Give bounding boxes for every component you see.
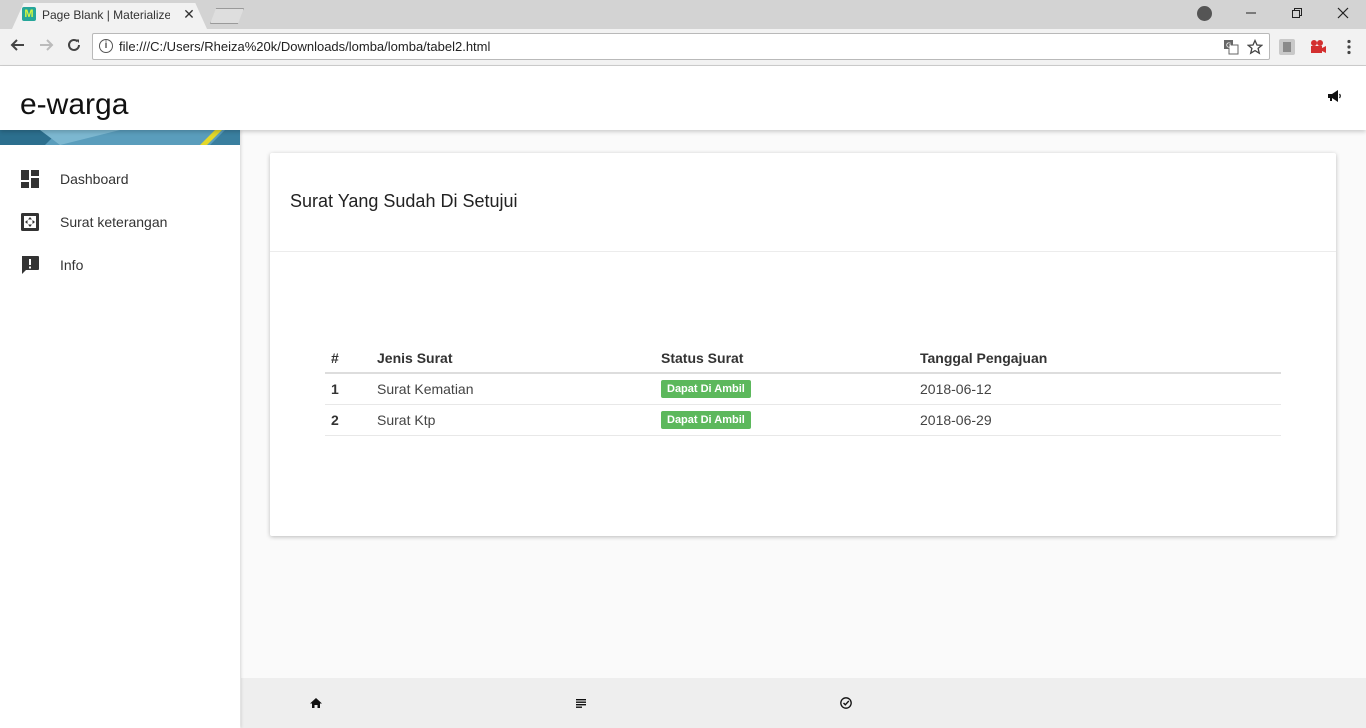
back-icon[interactable]	[8, 37, 28, 57]
brand-logo[interactable]: e-warga	[20, 86, 128, 124]
table-header-row: # Jenis Surat Status Surat Tanggal Penga…	[325, 343, 1281, 374]
video-extension-icon[interactable]	[1309, 38, 1327, 56]
sidebar-item-label: Info	[60, 257, 84, 273]
sidebar-item-label: Surat keterangan	[60, 214, 168, 230]
tab-favicon-icon: M	[22, 7, 36, 21]
check-circle-icon[interactable]	[839, 696, 853, 710]
tab-close-icon[interactable]: ✕	[182, 6, 196, 22]
address-url[interactable]: file:///C:/Users/Rheiza%20k/Downloads/lo…	[119, 39, 490, 54]
sidebar-item-surat-keterangan[interactable]: Surat keterangan	[0, 202, 240, 245]
browser-menu-icon[interactable]	[1340, 38, 1358, 56]
column-header-number: #	[325, 343, 371, 374]
column-header-status-surat: Status Surat	[655, 343, 914, 374]
close-window-icon[interactable]	[1331, 3, 1355, 25]
row-number: 1	[325, 373, 371, 405]
status-cell: Dapat Di Ambil	[655, 373, 914, 405]
sidebar-item-info[interactable]: Info	[0, 245, 240, 288]
tanggal-cell: 2018-06-12	[914, 373, 1281, 405]
app-header: e-warga	[0, 66, 1366, 130]
reload-icon[interactable]	[64, 37, 84, 57]
svg-text:G: G	[1226, 42, 1231, 50]
home-icon[interactable]	[309, 696, 323, 710]
settings-overscan-icon	[20, 212, 40, 232]
extension-icon[interactable]	[1278, 38, 1296, 56]
tanggal-cell: 2018-06-29	[914, 404, 1281, 436]
table-row: 2 Surat Ktp Dapat Di Ambil 2018-06-29	[325, 404, 1281, 436]
feedback-icon	[20, 255, 40, 275]
column-header-jenis-surat: Jenis Surat	[371, 343, 655, 374]
sidebar-item-label: Dashboard	[60, 171, 129, 187]
tab-title: Page Blank | Materialize -	[42, 8, 170, 22]
dashboard-icon	[20, 169, 40, 189]
sidebar-banner	[0, 130, 240, 145]
address-bar[interactable]: i file:///C:/Users/Rheiza%20k/Downloads/…	[92, 33, 1270, 60]
row-number: 2	[325, 404, 371, 436]
sidebar: Dashboard Surat keterangan Info	[0, 130, 240, 728]
restore-icon[interactable]	[1285, 3, 1309, 25]
table-row: 1 Surat Kematian Dapat Di Ambil 2018-06-…	[325, 373, 1281, 405]
approved-letters-table: # Jenis Surat Status Surat Tanggal Penga…	[325, 343, 1281, 436]
megaphone-icon[interactable]	[1326, 88, 1342, 104]
column-header-tanggal-pengajuan: Tanggal Pengajuan	[914, 343, 1281, 374]
status-badge: Dapat Di Ambil	[661, 380, 751, 399]
minimize-icon[interactable]	[1239, 3, 1263, 25]
list-icon[interactable]	[574, 696, 588, 710]
jenis-surat-cell: Surat Kematian	[371, 373, 655, 405]
browser-toolbar: i file:///C:/Users/Rheiza%20k/Downloads/…	[0, 29, 1366, 66]
translate-icon[interactable]: G	[1223, 39, 1239, 55]
window-profile-icon[interactable]	[1197, 6, 1212, 21]
status-badge: Dapat Di Ambil	[661, 411, 751, 429]
forward-icon[interactable]	[36, 37, 56, 57]
card-title: Surat Yang Sudah Di Setujui	[290, 191, 518, 211]
star-icon[interactable]	[1246, 38, 1264, 55]
status-cell: Dapat Di Ambil	[655, 404, 914, 436]
card-divider	[270, 251, 1336, 252]
sidebar-item-dashboard[interactable]: Dashboard	[0, 159, 240, 202]
site-info-icon[interactable]: i	[99, 39, 113, 53]
bottom-nav	[241, 678, 1366, 728]
jenis-surat-cell: Surat Ktp	[371, 404, 655, 436]
new-tab-button[interactable]	[210, 8, 244, 24]
browser-tab-bar: M Page Blank | Materialize - ✕	[0, 0, 1366, 29]
approved-letters-card: Surat Yang Sudah Di Setujui # Jenis Sura…	[270, 153, 1336, 536]
